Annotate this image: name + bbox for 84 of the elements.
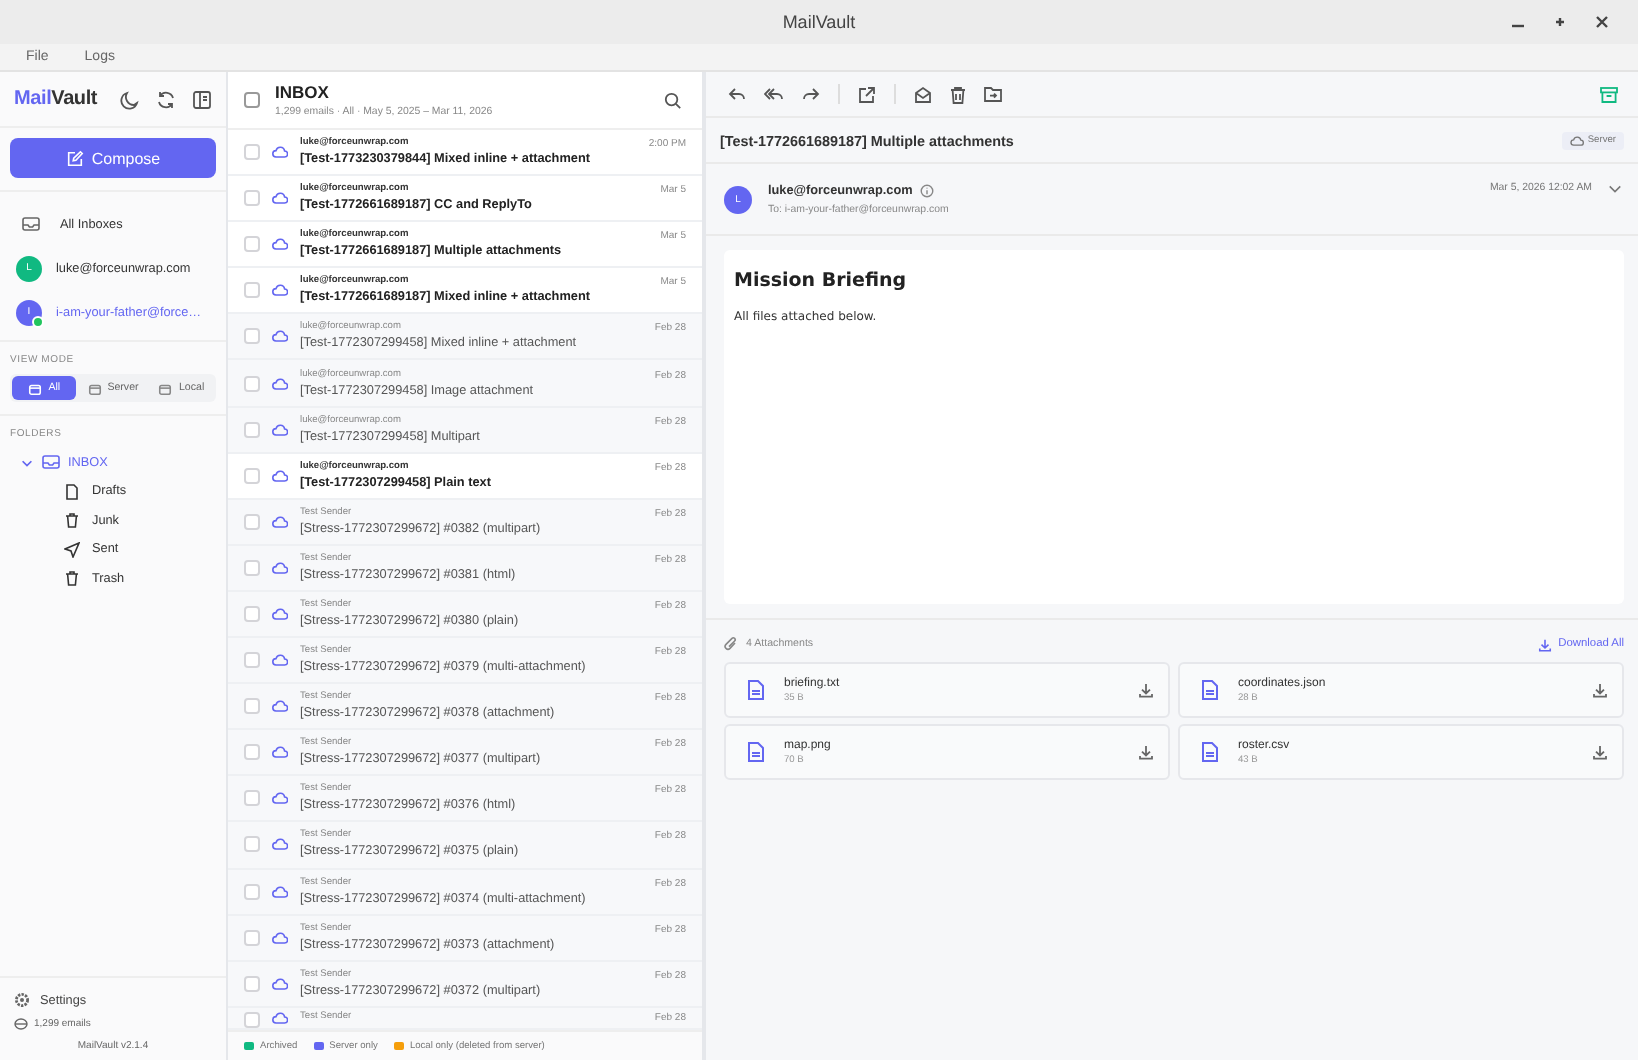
body-heading: Mission Briefing <box>734 270 909 292</box>
paperclip-icon <box>724 636 738 652</box>
folder-title: INBOX <box>275 82 331 102</box>
box-icon <box>87 381 102 395</box>
compose-button[interactable]: Compose <box>10 138 216 178</box>
row-checkbox[interactable] <box>244 375 260 392</box>
select-all-checkbox[interactable] <box>244 92 259 108</box>
row-checkbox[interactable] <box>244 190 260 207</box>
moon-icon[interactable] <box>120 89 140 109</box>
row-checkbox[interactable] <box>244 698 260 715</box>
inbox-icon <box>42 454 60 471</box>
search-icon[interactable] <box>664 91 682 109</box>
cloud-icon <box>272 330 288 343</box>
cloud-icon <box>272 654 288 667</box>
trash-icon <box>64 512 80 529</box>
cloud-icon <box>272 1011 288 1024</box>
cloud-icon <box>272 792 288 805</box>
settings-icon <box>14 992 30 1008</box>
row-checkbox[interactable] <box>244 975 260 992</box>
inbox-icon <box>22 216 40 232</box>
send-icon <box>64 541 80 558</box>
row-checkbox[interactable] <box>244 236 260 253</box>
row-checkbox[interactable] <box>244 605 260 622</box>
box-icon <box>158 381 173 395</box>
row-checkbox[interactable] <box>244 328 260 345</box>
cloud-icon <box>272 977 288 990</box>
cloud-icon <box>272 885 288 898</box>
app-logo: MailVault <box>14 88 98 110</box>
cloud-icon <box>272 561 288 574</box>
download-icon[interactable] <box>1138 744 1154 760</box>
envelope-open-icon[interactable] <box>914 85 932 103</box>
download-icon[interactable] <box>1138 682 1154 698</box>
row-checkbox[interactable] <box>244 513 260 530</box>
row-checkbox[interactable] <box>244 744 260 761</box>
row-checkbox[interactable] <box>244 282 260 299</box>
download-icon <box>1538 637 1553 651</box>
cloud-icon <box>272 192 288 205</box>
cloud-icon <box>272 423 288 436</box>
reply-all-icon[interactable] <box>764 86 784 102</box>
row-checkbox[interactable] <box>244 1011 260 1028</box>
folder-move-icon[interactable] <box>984 86 1002 102</box>
row-checkbox[interactable] <box>244 790 260 807</box>
download-icon[interactable] <box>1592 682 1608 698</box>
file-icon <box>748 680 764 700</box>
reply-icon[interactable] <box>728 86 746 102</box>
file-icon <box>1202 680 1218 700</box>
cloud-icon <box>272 515 288 528</box>
row-checkbox[interactable] <box>244 559 260 576</box>
panel-icon[interactable] <box>192 89 212 109</box>
trash-icon <box>64 570 80 587</box>
box-icon <box>28 381 43 395</box>
row-checkbox[interactable] <box>244 467 260 484</box>
forward-icon[interactable] <box>802 86 820 102</box>
cloud-icon <box>272 146 288 159</box>
row-checkbox[interactable] <box>244 144 260 161</box>
row-checkbox[interactable] <box>244 652 260 669</box>
trash-icon[interactable] <box>950 85 966 103</box>
cloud-icon <box>272 238 288 251</box>
maximize-icon[interactable] <box>1552 14 1568 30</box>
cloud-icon <box>272 746 288 759</box>
row-checkbox[interactable] <box>244 836 260 853</box>
refresh-icon[interactable] <box>156 89 176 109</box>
row-checkbox[interactable] <box>244 883 260 900</box>
external-link-icon[interactable] <box>858 85 876 103</box>
cloud-icon <box>272 607 288 620</box>
file-icon <box>748 742 764 762</box>
cloud-icon <box>272 377 288 390</box>
chevron-down-icon[interactable] <box>1608 184 1622 194</box>
close-icon[interactable] <box>1594 14 1610 30</box>
cloud-icon <box>272 284 288 297</box>
cloud-icon <box>272 469 288 482</box>
download-icon[interactable] <box>1592 744 1608 760</box>
cloud-icon <box>272 700 288 713</box>
row-checkbox[interactable] <box>244 421 260 438</box>
info-icon[interactable] <box>920 183 935 197</box>
document-icon <box>64 483 80 500</box>
cloud-icon <box>272 931 288 944</box>
archive-icon[interactable] <box>1600 85 1618 103</box>
cloud-icon <box>272 838 288 851</box>
cloud-icon <box>1569 135 1584 145</box>
row-checkbox[interactable] <box>244 929 260 946</box>
chevron-icon[interactable] <box>20 455 34 470</box>
window-title: MailVault <box>782 12 856 32</box>
file-icon <box>1202 742 1218 762</box>
